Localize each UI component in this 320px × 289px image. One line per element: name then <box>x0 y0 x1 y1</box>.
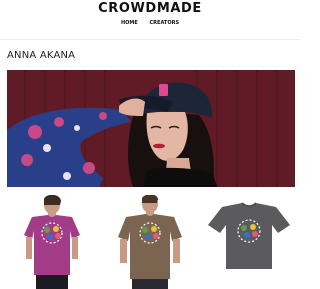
creator-name: ANNA AKANA <box>7 50 76 61</box>
nav-item-home[interactable]: HOME <box>121 20 138 26</box>
site-header: CROWDMADE HOME CREATORS <box>0 0 300 32</box>
nav-item-creators[interactable]: CREATORS <box>150 20 180 26</box>
product-mens-tee[interactable] <box>112 195 188 289</box>
site-logo[interactable]: CROWDMADE <box>0 1 300 16</box>
header-divider <box>0 39 300 40</box>
creator-banner-image <box>7 70 295 187</box>
product-kids-tee[interactable] <box>206 195 292 289</box>
product-womens-tee[interactable] <box>14 195 90 289</box>
main-nav: HOME CREATORS <box>0 20 300 26</box>
product-grid <box>0 195 300 289</box>
